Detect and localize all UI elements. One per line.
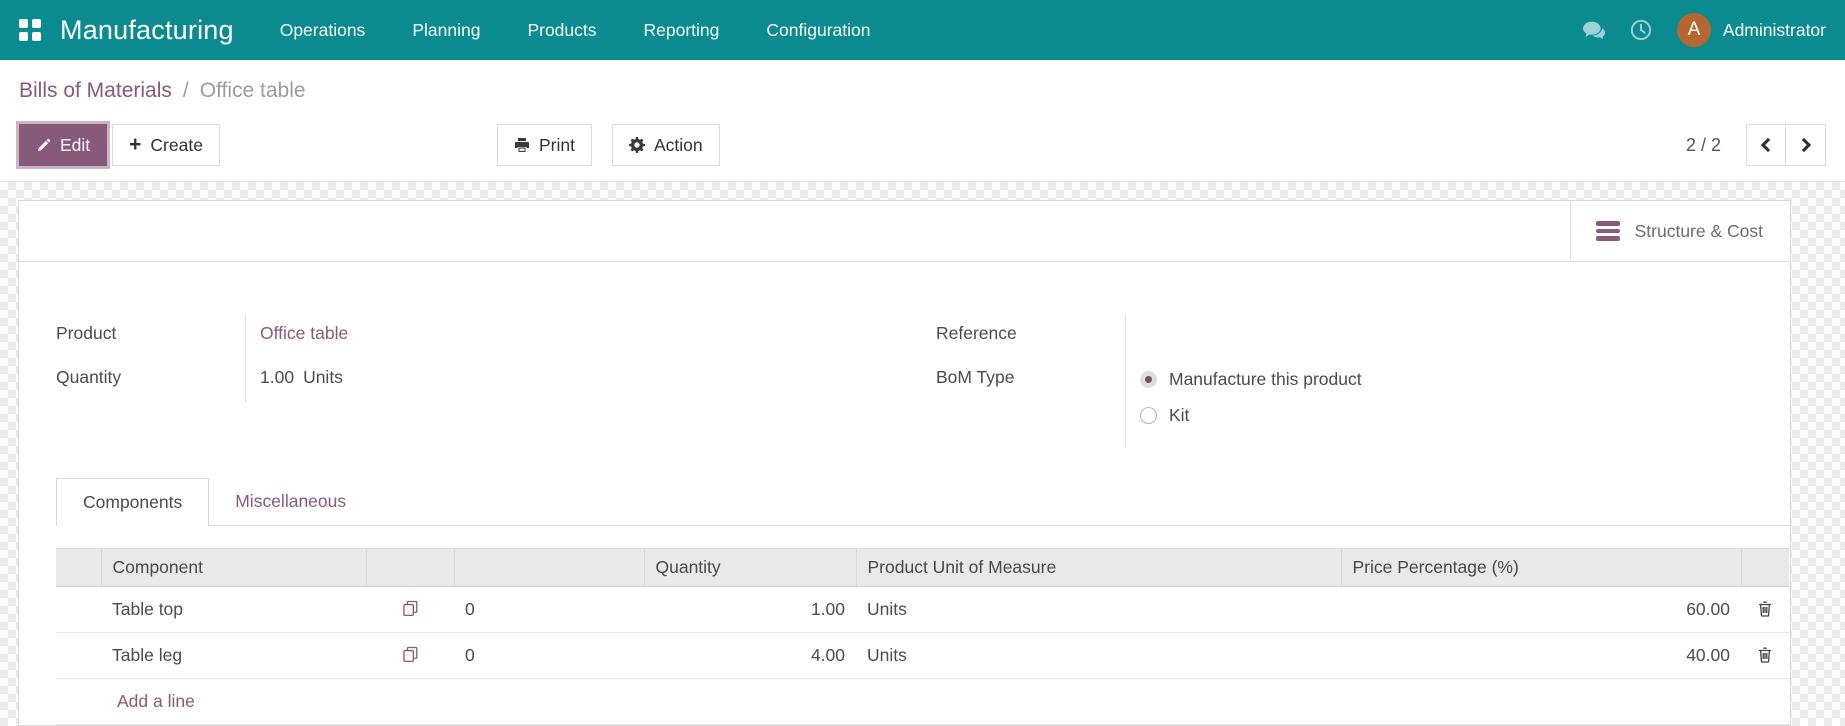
- trash-icon[interactable]: [1758, 601, 1772, 620]
- col-forecast: [454, 548, 645, 587]
- printer-icon: [514, 138, 529, 152]
- nav-item-planning[interactable]: Planning: [412, 20, 480, 41]
- quantity-cell: 1.00: [644, 586, 856, 633]
- nav-item-products[interactable]: Products: [527, 20, 596, 41]
- smart-button-box: Structure & Cost: [19, 201, 1790, 262]
- field-product-label: Product: [56, 323, 117, 343]
- col-price-percentage[interactable]: Price Percentage (%): [1341, 548, 1742, 587]
- uom-cell: Units: [856, 632, 1341, 679]
- app-title[interactable]: Manufacturing: [60, 15, 234, 46]
- field-reference: Reference: [936, 315, 1752, 359]
- field-reference-label: Reference: [936, 323, 1017, 343]
- breadcrumb: Bills of Materials / Office table: [0, 60, 1845, 112]
- components-table: Component Quantity Product Unit of Measu…: [56, 548, 1789, 725]
- manufacturing-app-window: Manufacturing Operations Planning Produc…: [0, 0, 1845, 726]
- top-navbar: Manufacturing Operations Planning Produc…: [0, 0, 1845, 60]
- forecast-cell: 0: [454, 586, 644, 633]
- table-row[interactable]: Table leg 0 4.00 Units 40.00: [56, 632, 1789, 679]
- radio-unselected-icon: [1140, 407, 1157, 424]
- plus-icon: +: [129, 132, 142, 156]
- clock-icon[interactable]: [1630, 19, 1652, 41]
- chevron-right-icon: [1796, 137, 1811, 153]
- tab-bar: Components Miscellaneous: [56, 478, 1789, 526]
- structure-cost-button[interactable]: Structure & Cost: [1569, 201, 1790, 261]
- nav-item-operations[interactable]: Operations: [280, 20, 366, 41]
- quantity-cell: 4.00: [644, 632, 856, 679]
- field-quantity-label: Quantity: [56, 367, 122, 387]
- col-component[interactable]: Component: [101, 548, 367, 587]
- uom-cell: Units: [856, 586, 1341, 633]
- field-bom-type: BoM Type Manufacture this product Kit: [936, 359, 1752, 448]
- navbar-systray: A Administrator: [1582, 13, 1826, 47]
- trash-icon[interactable]: [1758, 647, 1772, 666]
- form-fields: Product Office table Quantity 1.00 Units: [19, 262, 1790, 448]
- forecast-cell: 0: [454, 632, 644, 679]
- col-uom[interactable]: Product Unit of Measure: [856, 548, 1342, 587]
- breadcrumb-current: Office table: [199, 79, 306, 102]
- action-button[interactable]: Action: [611, 124, 720, 166]
- edit-button[interactable]: Edit: [19, 124, 108, 166]
- user-avatar: A: [1676, 13, 1711, 47]
- radio-manufacture-this-product[interactable]: Manufacture this product: [1140, 367, 1752, 403]
- field-quantity: Quantity 1.00 Units: [56, 359, 872, 403]
- nav-item-reporting[interactable]: Reporting: [644, 20, 720, 41]
- field-product: Product Office table: [56, 315, 872, 359]
- radio-kit[interactable]: Kit: [1140, 403, 1752, 439]
- component-cell: Table leg: [101, 632, 366, 679]
- create-button[interactable]: + Create: [112, 124, 220, 166]
- col-copy: [366, 548, 455, 587]
- copy-icon[interactable]: [402, 600, 418, 620]
- pager-value[interactable]: 2 / 2: [1686, 135, 1721, 156]
- pager-previous-button[interactable]: [1746, 124, 1786, 166]
- tab-components[interactable]: Components: [56, 478, 210, 526]
- user-name: Administrator: [1722, 19, 1826, 40]
- chevron-left-icon: [1760, 137, 1776, 153]
- add-line-row: Add a line: [56, 678, 1789, 725]
- field-quantity-value: 1.00: [260, 367, 295, 387]
- field-reference-value: [1125, 315, 1752, 359]
- col-delete: [1741, 548, 1789, 587]
- copy-icon[interactable]: [402, 646, 418, 666]
- field-product-value[interactable]: Office table: [260, 323, 348, 343]
- price-percentage-cell: 40.00: [1341, 632, 1741, 679]
- gear-icon: [628, 137, 645, 153]
- row-handle-cell: [56, 586, 101, 633]
- field-bom-type-label: BoM Type: [936, 367, 1015, 387]
- main-menu: Operations Planning Products Reporting C…: [280, 20, 871, 41]
- pager-next-button[interactable]: [1786, 124, 1826, 166]
- notebook: Components Miscellaneous Component Quant…: [56, 478, 1789, 725]
- apps-grid-icon[interactable]: [19, 19, 41, 41]
- form-sheet: Structure & Cost Product Office table Qu…: [18, 200, 1791, 726]
- row-handle-cell: [56, 632, 101, 679]
- bars-icon: [1595, 221, 1620, 241]
- sheet-background: Structure & Cost Product Office table Qu…: [0, 182, 1845, 726]
- add-a-line-link[interactable]: Add a line: [117, 691, 195, 711]
- price-percentage-cell: 60.00: [1341, 586, 1741, 633]
- col-quantity[interactable]: Quantity: [644, 548, 857, 587]
- pencil-icon: [37, 138, 51, 151]
- chat-bubbles-icon[interactable]: [1582, 19, 1605, 41]
- breadcrumb-parent-link[interactable]: Bills of Materials: [19, 79, 172, 103]
- field-quantity-uom: Units: [303, 367, 343, 387]
- control-panel: Edit + Create Print Action 2 / 2: [0, 112, 1845, 182]
- user-menu[interactable]: A Administrator: [1676, 13, 1826, 47]
- radio-selected-icon: [1140, 371, 1157, 388]
- tab-miscellaneous[interactable]: Miscellaneous: [209, 478, 372, 525]
- nav-item-configuration[interactable]: Configuration: [766, 20, 870, 41]
- pager: 2 / 2: [1686, 124, 1826, 166]
- print-button[interactable]: Print: [496, 124, 592, 166]
- col-handle: [56, 548, 102, 587]
- component-cell: Table top: [101, 586, 366, 633]
- table-row[interactable]: Table top 0 1.00 Units 60.00: [56, 586, 1789, 633]
- breadcrumb-separator: /: [182, 79, 189, 102]
